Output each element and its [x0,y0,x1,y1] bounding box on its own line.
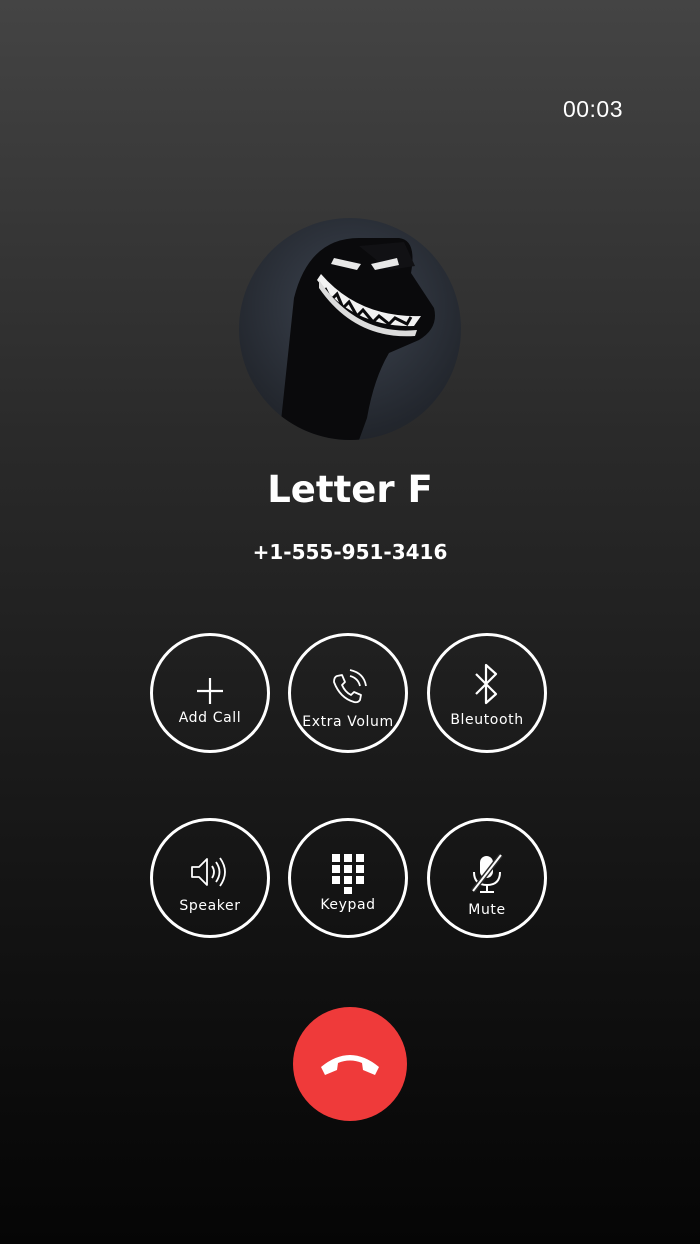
contact-name: Letter F [267,468,433,511]
extra-volume-button[interactable]: Extra Volum [288,633,408,753]
keypad-label: Keypad [320,897,376,913]
speaker-label: Speaker [179,898,241,914]
end-call-button[interactable] [293,1007,407,1121]
keypad-button[interactable]: Keypad [288,818,408,938]
bluetooth-label: Bleutooth [450,712,524,728]
mic-off-icon [471,853,503,893]
mute-label: Mute [468,902,506,918]
phone-hangup-icon [321,1055,379,1075]
contact-avatar [239,218,461,440]
plus-icon [197,678,223,704]
extra-volume-label: Extra Volum [302,714,394,730]
bluetooth-button[interactable]: Bleutooth [427,633,547,753]
add-call-label: Add Call [178,710,242,726]
phone-volume-icon [333,669,367,704]
mute-button[interactable]: Mute [427,818,547,938]
bluetooth-icon [475,663,498,705]
avatar-image [279,238,435,440]
contact-number: +1-555-951-3416 [252,540,448,564]
dialpad-icon [332,854,364,894]
speaker-button[interactable]: Speaker [150,818,270,938]
add-call-button[interactable]: Add Call [150,633,270,753]
speaker-icon [191,857,226,887]
call-timer: 00:03 [562,96,623,122]
